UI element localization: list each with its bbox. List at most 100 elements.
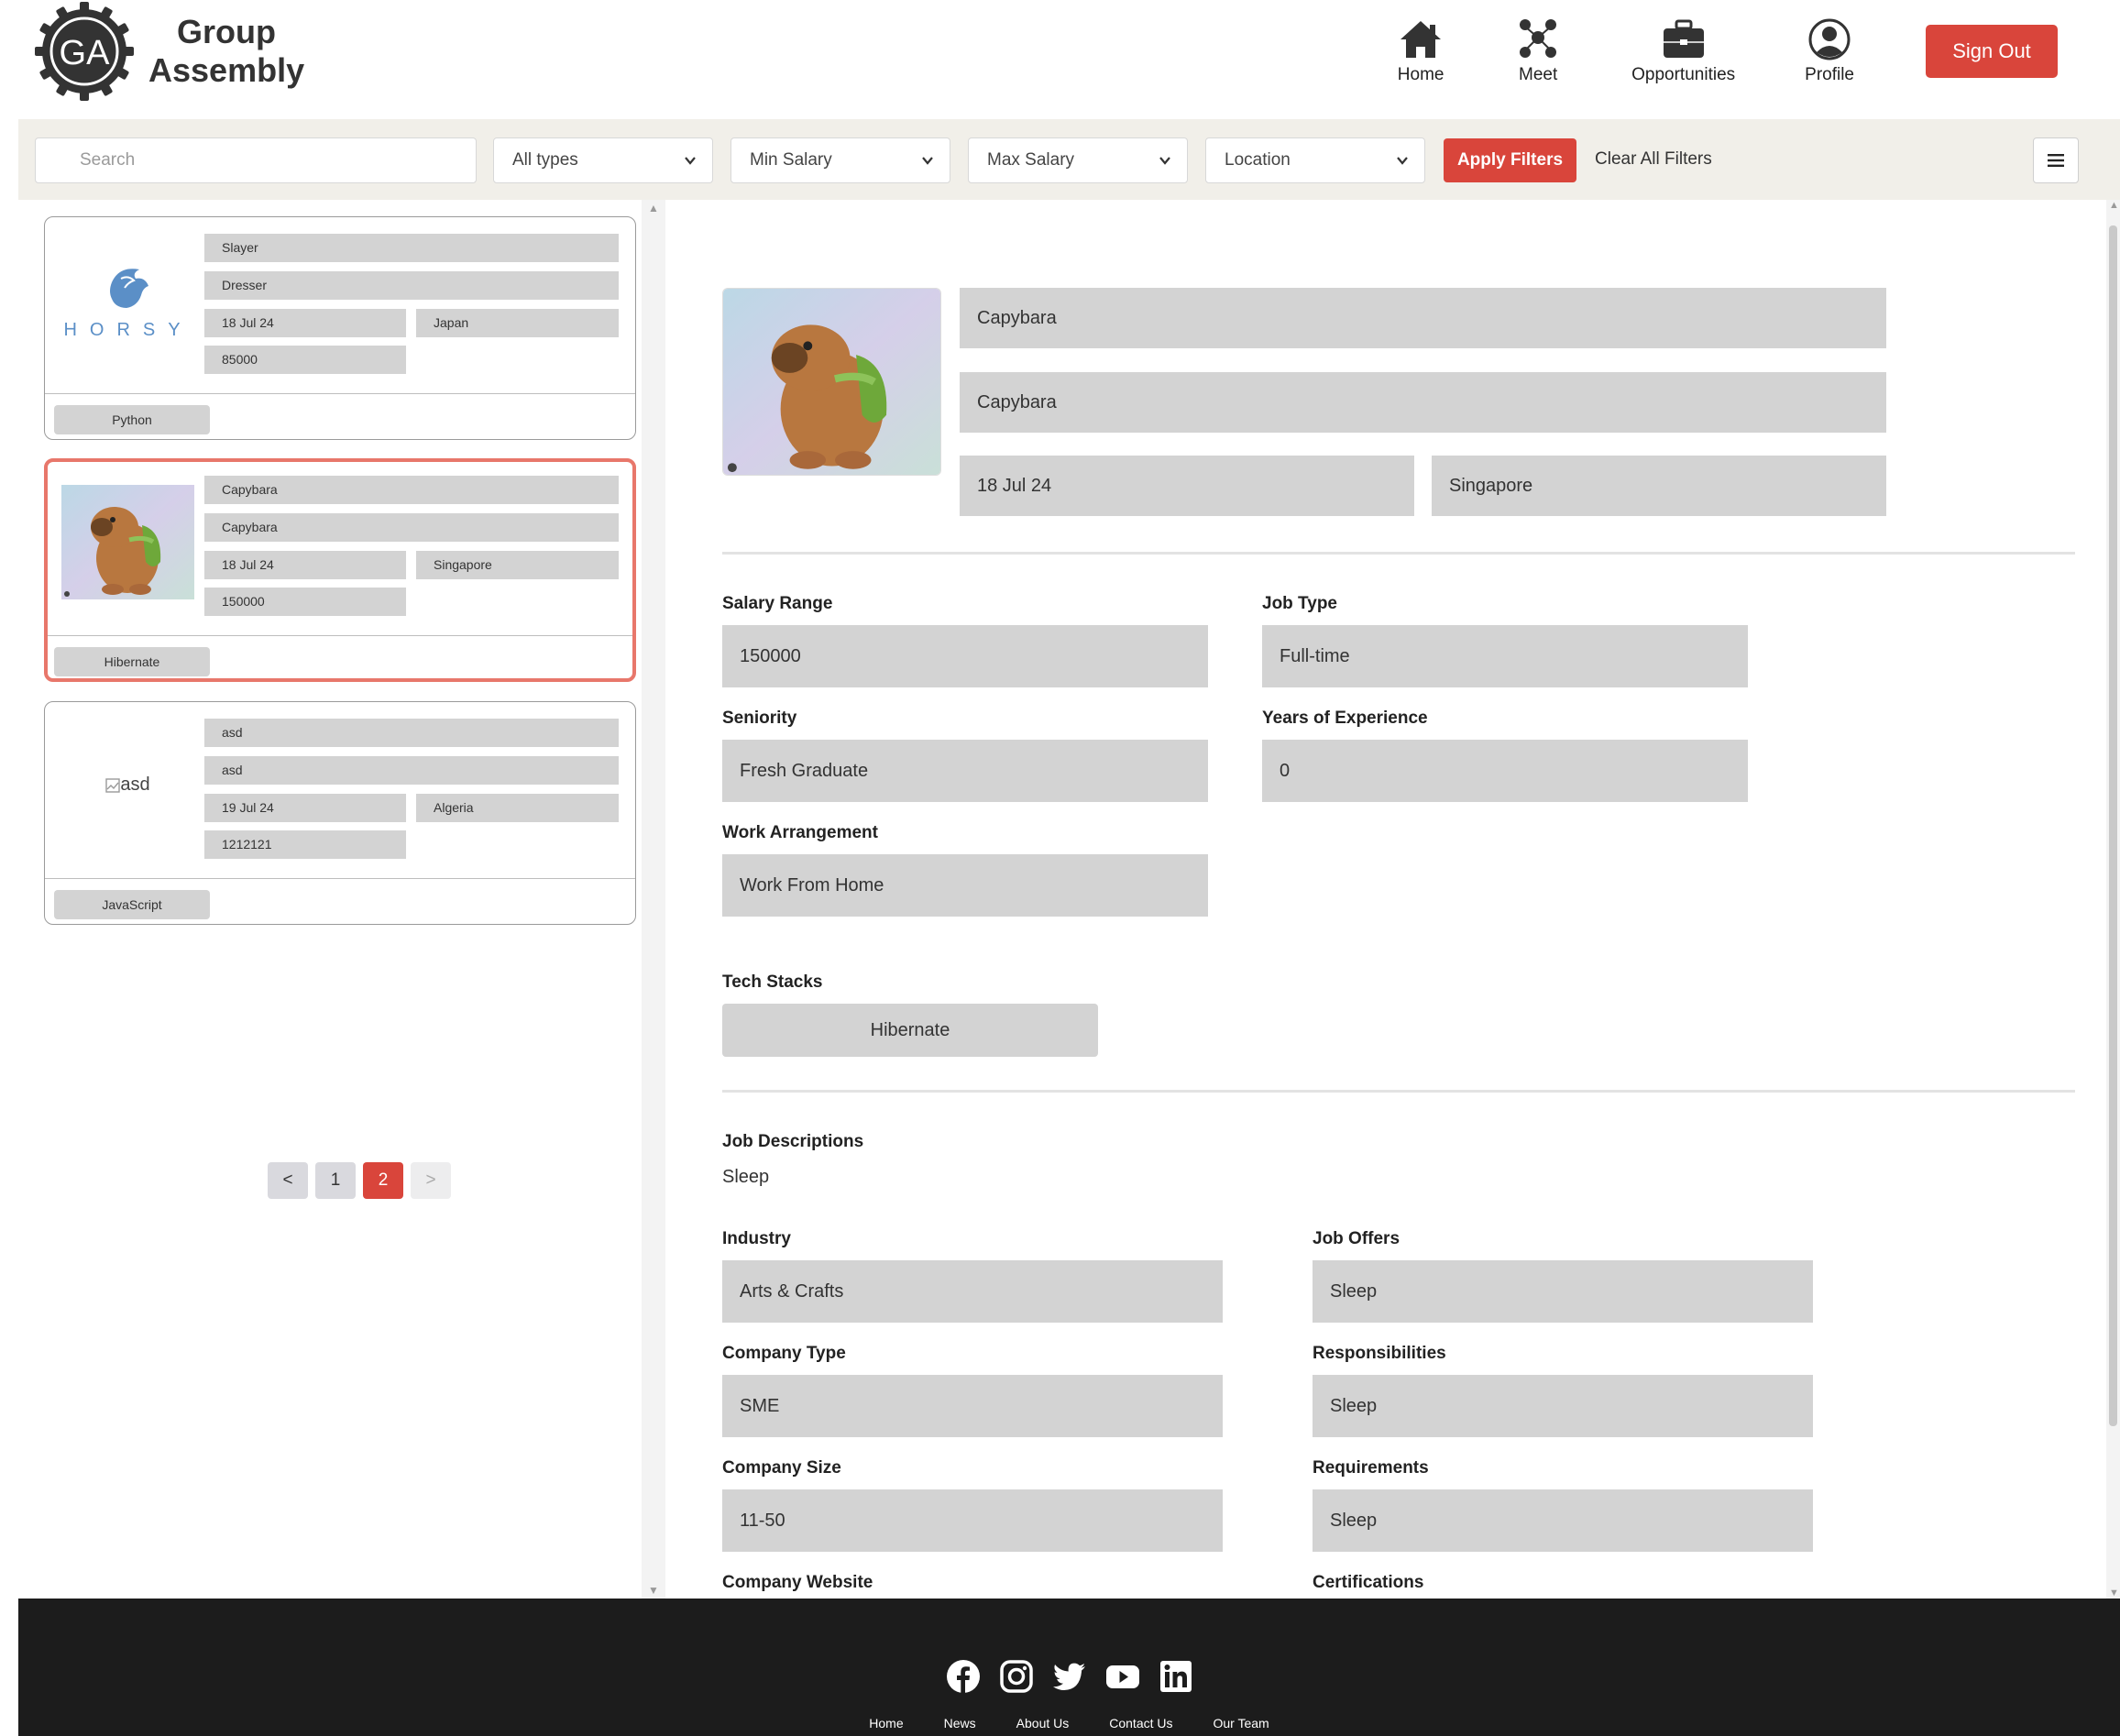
nav-item-meet[interactable]: Meet [1514, 17, 1562, 85]
salary-range-value: 150000 [722, 625, 1208, 687]
job-descriptions-value: Sleep [722, 1167, 770, 1187]
horsy-logo-icon: HORSY [64, 268, 180, 340]
job-offers-label: Job Offers [1313, 1229, 1401, 1248]
card-salary: 150000 [204, 588, 406, 616]
app-header: GA Group Assembly Home Meet Opportunitie… [18, 0, 2120, 119]
company-website-label: Company Website [722, 1573, 873, 1592]
company-type-value: SME [722, 1375, 1223, 1437]
broken-image-alt: asd [120, 775, 150, 795]
youtube-icon[interactable] [1105, 1659, 1140, 1694]
company-logo [61, 485, 194, 599]
card-location: Japan [416, 309, 619, 337]
min-salary-select[interactable]: Min Salary [730, 137, 950, 183]
footer-link-news[interactable]: News [944, 1716, 976, 1731]
filter-bar: All types Min Salary Max Salary Location… [18, 119, 2120, 200]
card-title: asd [204, 719, 619, 747]
broken-image: asd [105, 775, 150, 796]
footer-link-team[interactable]: Our Team [1214, 1716, 1269, 1731]
card-date: 18 Jul 24 [204, 309, 406, 337]
clear-filters-link[interactable]: Clear All Filters [1595, 149, 1712, 170]
list-scrollbar[interactable]: ▲ ▼ [642, 200, 665, 1599]
job-type-value: Full-time [1262, 625, 1748, 687]
job-type-value: All types [512, 150, 578, 170]
main-nav: Home Meet Opportunities Profile Sign Out [1362, 0, 2120, 103]
user-circle-icon [1808, 18, 1851, 60]
job-offers-value: Sleep [1313, 1260, 1813, 1323]
facebook-icon[interactable] [946, 1659, 981, 1694]
card-company: asd [204, 756, 619, 785]
location-select[interactable]: Location [1205, 137, 1425, 183]
footer-link-about[interactable]: About Us [1016, 1716, 1070, 1731]
nav-label-meet: Meet [1519, 65, 1558, 84]
tech-tag: Python [54, 405, 210, 434]
capybara-image-icon [723, 289, 940, 475]
card-divider [48, 635, 632, 636]
footer-link-contact[interactable]: Contact Us [1109, 1716, 1172, 1731]
page-2-button[interactable]: 2 [363, 1162, 403, 1199]
app-footer: Home News About Us Contact Us Our Team [18, 1599, 2120, 1736]
detail-scrollbar[interactable]: ▲ ▼ [2106, 200, 2120, 1599]
company-logo: HORSY [61, 243, 194, 357]
search-input[interactable] [35, 137, 477, 183]
footer-link-home[interactable]: Home [869, 1716, 903, 1731]
apply-filters-button[interactable]: Apply Filters [1444, 138, 1576, 182]
footer-links: Home News About Us Contact Us Our Team [18, 1716, 2120, 1731]
scroll-down-arrow-icon[interactable]: ▼ [648, 1584, 659, 1597]
scroll-down-arrow-icon[interactable]: ▼ [2109, 1588, 2119, 1599]
scrollbar-thumb[interactable] [2109, 225, 2117, 1426]
nav-label-profile: Profile [1805, 65, 1854, 84]
logo-initials: GA [60, 34, 111, 72]
card-location: Algeria [416, 794, 619, 822]
job-descriptions-label: Job Descriptions [722, 1132, 864, 1151]
job-card[interactable]: HORSY Slayer Dresser 18 Jul 24 Japan 850… [44, 216, 636, 440]
card-company: Capybara [204, 513, 619, 542]
briefcase-icon [1663, 19, 1704, 58]
chevron-down-icon [1397, 157, 1408, 165]
location-value: Location [1225, 150, 1291, 170]
experience-value: 0 [1262, 740, 1748, 802]
card-company: Dresser [204, 271, 619, 300]
card-title: Capybara [204, 476, 619, 504]
company-type-label: Company Type [722, 1344, 846, 1363]
chevron-down-icon [922, 157, 933, 165]
work-arrangement-label: Work Arrangement [722, 823, 878, 842]
max-salary-select[interactable]: Max Salary [968, 137, 1188, 183]
next-page-button[interactable]: > [411, 1162, 451, 1199]
brand-name-line1: Group [177, 13, 277, 50]
work-arrangement-value: Work From Home [722, 854, 1208, 917]
page-1-button[interactable]: 1 [315, 1162, 356, 1199]
detail-title: Capybara [960, 288, 1886, 348]
company-size-label: Company Size [722, 1458, 841, 1478]
company-logo: asd [61, 728, 194, 842]
nav-item-profile[interactable]: Profile [1805, 17, 1854, 85]
card-divider [45, 393, 635, 394]
chevron-down-icon [685, 157, 696, 165]
linkedin-icon[interactable] [1159, 1659, 1193, 1694]
brand-logo[interactable]: GA Group Assembly [33, 0, 304, 103]
section-divider [722, 1090, 2075, 1093]
job-card-selected[interactable]: Capybara Capybara 18 Jul 24 Singapore 15… [44, 458, 636, 682]
instagram-icon[interactable] [999, 1659, 1034, 1694]
job-card[interactable]: asd asd asd 19 Jul 24 Algeria 1212121 Ja… [44, 701, 636, 925]
card-title: Slayer [204, 234, 619, 262]
card-divider [45, 878, 635, 879]
chevron-down-icon [1159, 157, 1170, 165]
nav-item-opportunities[interactable]: Opportunities [1631, 17, 1735, 85]
scroll-up-arrow-icon[interactable]: ▲ [648, 202, 659, 214]
min-salary-value: Min Salary [750, 150, 832, 170]
max-salary-value: Max Salary [987, 150, 1075, 170]
tech-tag: Hibernate [54, 647, 210, 676]
hamburger-menu-button[interactable] [2033, 137, 2079, 183]
brand-name-line2: Assembly [148, 51, 305, 89]
detail-company-logo [722, 288, 941, 476]
twitter-icon[interactable] [1052, 1659, 1087, 1694]
scroll-up-arrow-icon[interactable]: ▲ [2109, 200, 2119, 211]
job-type-select[interactable]: All types [493, 137, 713, 183]
nav-item-home[interactable]: Home [1397, 17, 1444, 85]
requirements-label: Requirements [1313, 1458, 1429, 1478]
job-list-panel: HORSY Slayer Dresser 18 Jul 24 Japan 850… [18, 200, 655, 1599]
prev-page-button[interactable]: < [268, 1162, 308, 1199]
industry-value: Arts & Crafts [722, 1260, 1223, 1323]
sign-out-button[interactable]: Sign Out [1926, 25, 2058, 78]
tech-stack-tag: Hibernate [722, 1004, 1098, 1057]
